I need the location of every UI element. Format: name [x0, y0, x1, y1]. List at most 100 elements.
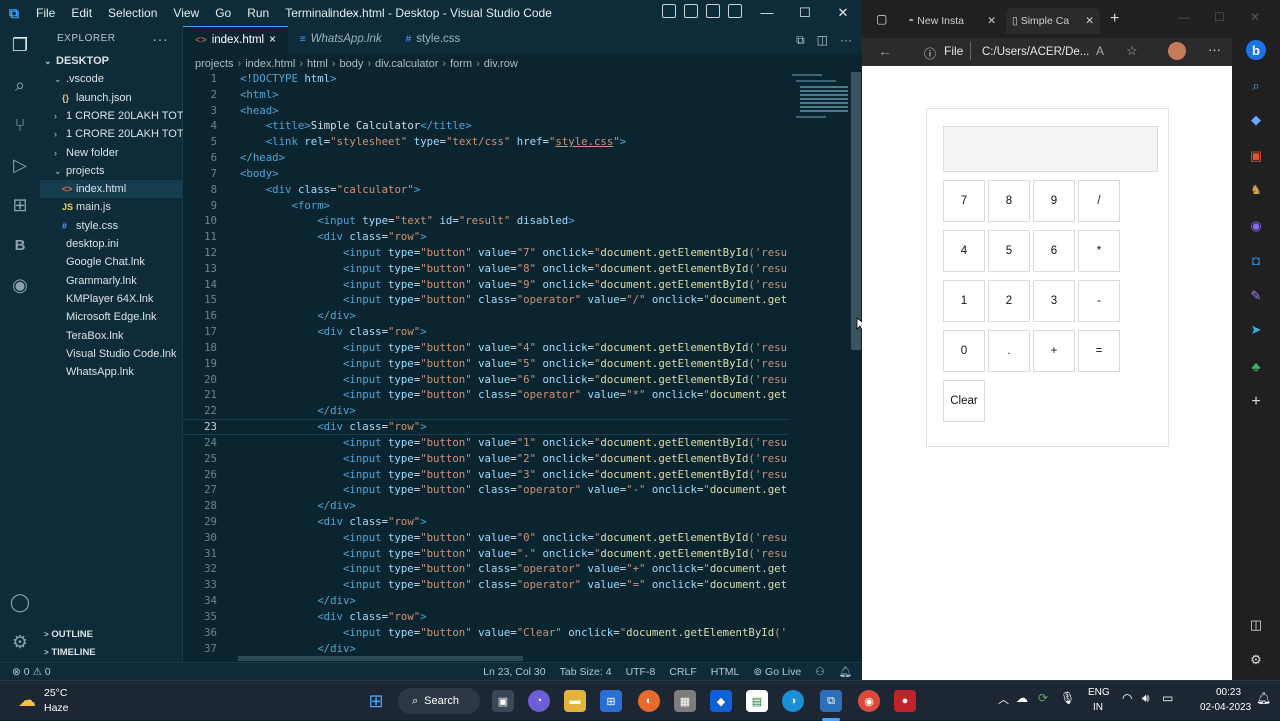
tree-item[interactable]: TeraBox.lnk	[40, 327, 183, 345]
code-line[interactable]: </div>	[240, 642, 356, 655]
new-tab-icon[interactable]: +	[1110, 10, 1119, 28]
code-line[interactable]: </div>	[240, 499, 356, 512]
outlook-icon[interactable]: ◘	[1246, 250, 1266, 270]
task-view-icon[interactable]: ▣	[492, 690, 514, 712]
search-icon[interactable]: ⌕	[0, 68, 40, 102]
explorer-icon[interactable]: ❐	[0, 28, 40, 62]
line-ending[interactable]: CRLF	[669, 663, 696, 681]
source-control-icon[interactable]: ⑂	[0, 108, 40, 142]
calc-key[interactable]: 4	[943, 230, 985, 272]
code-editor[interactable]: 1 <!DOCTYPE html> 2 <html> 3 <head> 4 <title>S…	[183, 72, 788, 658]
tools-briefcase-icon[interactable]: ▣	[1246, 146, 1266, 166]
code-line[interactable]: <input type="button" value="1" onclick="…	[240, 436, 787, 449]
code-line[interactable]: <html>	[240, 88, 279, 101]
editor-tab[interactable]: ≡ WhatsApp.lnk	[288, 26, 394, 53]
code-line[interactable]: <input type="button" value="0" onclick="…	[240, 531, 787, 544]
go-live-button[interactable]: ⊚ Go Live	[753, 663, 801, 681]
edge-devtools-icon[interactable]: ◉	[0, 268, 40, 302]
bookmarks-icon[interactable]: B	[0, 228, 40, 262]
breadcrumb-item[interactable]: index.html	[245, 57, 295, 71]
read-aloud-icon[interactable]: A	[1096, 44, 1104, 58]
close-tab-icon[interactable]: ✕	[1085, 8, 1094, 34]
windows-start-icon[interactable]: ⊞	[365, 690, 387, 712]
back-arrow-icon[interactable]: ←	[878, 43, 892, 59]
code-line[interactable]: <title>Simple Calculator</title>	[240, 119, 472, 132]
games-icon[interactable]: ♞	[1246, 180, 1266, 200]
calculator-app-icon[interactable]: ▦	[674, 690, 696, 712]
menu-item-0[interactable]: File	[28, 0, 63, 26]
calc-key[interactable]: .	[988, 330, 1030, 372]
tree-item[interactable]: <> index.html	[40, 180, 183, 199]
code-line[interactable]: <input type="button" value="Clear" oncli…	[240, 626, 788, 639]
code-line[interactable]: </div>	[240, 309, 356, 322]
whatsapp-doc-icon[interactable]: ▤	[746, 690, 768, 712]
menu-item-4[interactable]: Go	[207, 0, 239, 26]
code-line[interactable]: <input type="text" id="result" disabled>	[240, 214, 574, 227]
taskbar-search[interactable]: ⌕ Search	[398, 688, 480, 714]
calc-key[interactable]: 1	[943, 280, 985, 322]
calc-key[interactable]: 5	[988, 230, 1030, 272]
search-icon[interactable]: ⌕	[1246, 76, 1266, 96]
close-tab-icon[interactable]: ×	[269, 27, 276, 54]
tree-item[interactable]: KMPlayer 64X.lnk	[40, 290, 183, 308]
split-editor-icon[interactable]: ◫	[817, 33, 828, 48]
browser-tab-simple-calc[interactable]: ▯ Simple Ca ✕	[1006, 8, 1100, 34]
code-line[interactable]: </div>	[240, 594, 356, 607]
menu-item-1[interactable]: Edit	[63, 0, 100, 26]
close-window-button[interactable]: ✕	[824, 0, 862, 26]
code-line[interactable]: <input type="button" value="7" onclick="…	[240, 246, 787, 259]
dropbox-icon[interactable]: ◆	[710, 690, 732, 712]
timeline-section[interactable]: > TIMELINE	[40, 644, 183, 662]
clear-button[interactable]: Clear	[943, 380, 985, 422]
tree-item[interactable]: › 1 CRORE 20LAKH TOT...	[40, 107, 183, 125]
notifications-icon[interactable]: 🔔︎	[1256, 691, 1271, 705]
tree-root-desktop[interactable]: ⌄ DESKTOP	[40, 52, 183, 70]
sidebar-settings-gear-icon[interactable]: ⚙	[1246, 650, 1266, 670]
code-line[interactable]: <div class="row">	[240, 230, 426, 243]
drop-icon[interactable]: ✎	[1246, 286, 1266, 306]
tree-item[interactable]: # style.css	[40, 217, 183, 235]
tree-icon[interactable]: ♣	[1246, 356, 1266, 376]
profile-avatar[interactable]	[1168, 42, 1186, 60]
code-line[interactable]: <!DOCTYPE html>	[240, 72, 337, 85]
horizontal-scrollbar[interactable]	[238, 656, 523, 661]
hide-sidebar-icon[interactable]: ◫	[1246, 615, 1266, 635]
microsoft-store-icon[interactable]: ⊞	[600, 690, 622, 712]
microphone-icon[interactable]: 🎙︎	[1060, 691, 1075, 705]
calc-key[interactable]: 8	[988, 180, 1030, 222]
code-line[interactable]: <div class="row">	[240, 325, 426, 338]
breadcrumb-item[interactable]: projects	[195, 57, 234, 71]
language-mode[interactable]: HTML	[711, 663, 740, 681]
code-line[interactable]: <head>	[240, 104, 279, 117]
breadcrumb-item[interactable]: div.calculator	[375, 57, 438, 71]
tree-item[interactable]: desktop.ini	[40, 235, 183, 253]
toggle-panel-icon[interactable]	[684, 4, 698, 18]
code-line[interactable]: <input type="button" class="operator" va…	[240, 293, 788, 306]
clock-time[interactable]: 00:23	[1216, 687, 1241, 698]
calc-key[interactable]: 2	[988, 280, 1030, 322]
code-line[interactable]: <div class="calculator">	[240, 183, 420, 196]
bing-chat-icon[interactable]: b	[1246, 40, 1266, 60]
code-line[interactable]: <form>	[240, 199, 330, 212]
code-line[interactable]: <link rel="stylesheet" type="text/css" h…	[240, 135, 626, 148]
code-line[interactable]: <input type="button" value="." onclick="…	[240, 547, 787, 560]
toggle-secondary-sidebar-icon[interactable]	[706, 4, 720, 18]
language-top[interactable]: ENG	[1088, 687, 1110, 698]
code-line[interactable]: <input type="button" value="8" onclick="…	[240, 262, 787, 275]
calc-key[interactable]: 3	[1033, 280, 1075, 322]
code-line[interactable]: <input type="button" value="9" onclick="…	[240, 278, 787, 291]
browser-tab-new-insta[interactable]: ◓ New Insta ✕	[908, 8, 1000, 34]
menu-item-3[interactable]: View	[165, 0, 207, 26]
vertical-scrollbar[interactable]	[851, 72, 861, 350]
url-field[interactable]: C:/Users/ACER/De...	[982, 42, 1192, 62]
settings-more-icon[interactable]: ···	[1208, 42, 1221, 57]
toggle-primary-sidebar-icon[interactable]	[662, 4, 676, 18]
encoding[interactable]: UTF-8	[626, 663, 656, 681]
tree-item[interactable]: ⌄ .vscode	[40, 70, 183, 88]
teams-chat-icon[interactable]: ◔	[528, 690, 550, 712]
show-hidden-icons-chevron-icon[interactable]: ︿	[998, 691, 1009, 707]
code-line[interactable]: <input type="button" class="operator" va…	[240, 562, 788, 575]
open-preview-icon[interactable]: ⧉	[796, 33, 805, 48]
weather-desc[interactable]: Haze	[44, 702, 69, 714]
info-icon[interactable]: ⓘ	[924, 45, 936, 62]
